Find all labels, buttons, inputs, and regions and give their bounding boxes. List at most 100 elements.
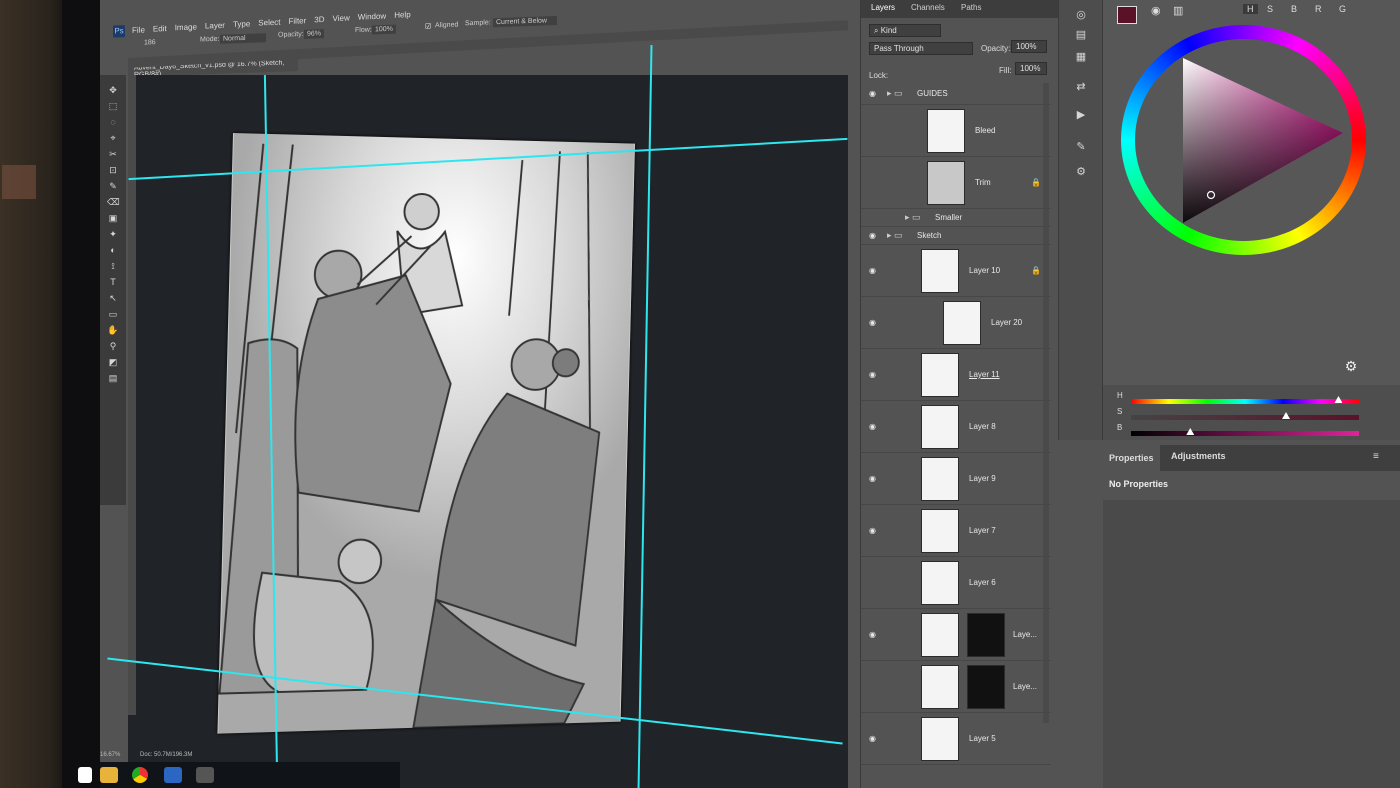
app-icon-2[interactable] xyxy=(196,767,214,783)
menu-item[interactable]: View xyxy=(333,13,350,23)
visibility-eye-icon[interactable] xyxy=(869,179,880,187)
flow-field[interactable]: 100% xyxy=(372,24,396,35)
folder-icon[interactable]: ▸ ▭ xyxy=(905,212,921,223)
artwork-canvas[interactable] xyxy=(217,133,636,734)
type-tool-icon[interactable]: T xyxy=(107,277,119,288)
layer-thumbnail[interactable] xyxy=(943,301,981,345)
visibility-eye-icon[interactable] xyxy=(869,214,880,222)
layer-thumbnail[interactable] xyxy=(921,249,959,293)
start-icon[interactable] xyxy=(78,767,92,783)
layer-row[interactable]: Laye... xyxy=(861,661,1051,713)
gradient-tool-icon[interactable]: ◐ xyxy=(107,245,119,256)
layer-thumbnail[interactable] xyxy=(927,161,965,205)
sample-select[interactable]: Current & Below xyxy=(493,16,557,28)
menu-item[interactable]: Type xyxy=(233,19,250,29)
stamp-tool-icon[interactable]: ▣ xyxy=(107,213,119,224)
layer-thumbnail[interactable] xyxy=(921,405,959,449)
visibility-eye-icon[interactable]: ◉ xyxy=(869,475,880,483)
zoom-readout[interactable]: 16.67% xyxy=(100,752,120,758)
layer-row[interactable]: ◉ ▸ ▭ GUIDES xyxy=(861,83,1051,105)
visibility-eye-icon[interactable]: ◉ xyxy=(869,423,880,431)
layer-fill-field[interactable]: 100% xyxy=(1015,62,1047,75)
saturation-slider[interactable] xyxy=(1131,412,1359,420)
marquee-tool-icon[interactable]: ⬚ xyxy=(107,101,119,112)
layer-thumbnail[interactable] xyxy=(927,109,965,153)
menu-item[interactable]: Filter xyxy=(289,16,307,26)
visibility-eye-icon[interactable]: ◉ xyxy=(869,90,880,98)
color-mode-g[interactable]: G xyxy=(1339,4,1346,14)
layer-row[interactable]: ◉ Layer 8 xyxy=(861,401,1051,453)
visibility-eye-icon[interactable] xyxy=(869,579,880,587)
layer-thumbnail[interactable] xyxy=(921,665,959,709)
menu-item[interactable]: File xyxy=(132,25,145,34)
menu-item[interactable]: Edit xyxy=(153,24,167,33)
layer-row[interactable]: ◉ Laye... xyxy=(861,609,1051,661)
filter-kind-select[interactable]: ⌕ Kind xyxy=(869,24,941,37)
zoom-tool-icon[interactable]: ⚲ xyxy=(107,341,119,352)
layer-row[interactable]: Bleed xyxy=(861,105,1051,157)
tab-paths[interactable]: Paths xyxy=(961,3,981,12)
layer-mask-thumbnail[interactable] xyxy=(967,613,1005,657)
color-mode-r[interactable]: R xyxy=(1315,4,1322,14)
layer-opacity-field[interactable]: 100% xyxy=(1011,40,1047,53)
tab-adjustments[interactable]: Adjustments xyxy=(1171,451,1226,461)
layer-row[interactable]: ◉ Layer 9 xyxy=(861,453,1051,505)
layer-thumbnail[interactable] xyxy=(921,717,959,761)
visibility-eye-icon[interactable] xyxy=(869,127,880,135)
layer-row[interactable]: ◉ Layer 5 xyxy=(861,713,1051,765)
history-brush-tool-icon[interactable]: ✦ xyxy=(107,229,119,240)
layer-thumbnail[interactable] xyxy=(921,561,959,605)
brush-size[interactable]: 186 xyxy=(144,39,156,46)
layer-row[interactable]: ▸ ▭ Smaller xyxy=(861,209,1051,227)
layer-row[interactable]: Layer 6 xyxy=(861,557,1051,609)
folder-icon[interactable]: ▸ ▭ xyxy=(887,230,903,241)
visibility-eye-icon[interactable] xyxy=(869,683,880,691)
layer-row[interactable]: ◉ Layer 20 xyxy=(861,297,1051,349)
visibility-eye-icon[interactable]: ◉ xyxy=(869,631,880,639)
move-tool-icon[interactable]: ✥ xyxy=(107,85,119,96)
color-triangle[interactable] xyxy=(1183,58,1343,223)
eyedropper-tool-icon[interactable]: ⊡ xyxy=(107,165,119,176)
menu-item[interactable]: Layer xyxy=(205,21,225,31)
color-bars-icon[interactable]: ▥ xyxy=(1173,4,1183,17)
saturation-slider-knob[interactable] xyxy=(1282,412,1291,419)
visibility-eye-icon[interactable]: ◉ xyxy=(869,527,880,535)
blend-mode-select[interactable]: Pass Through xyxy=(869,42,973,55)
notes-icon[interactable]: ▤ xyxy=(1073,28,1089,42)
layer-thumbnail[interactable] xyxy=(921,509,959,553)
tab-properties[interactable]: Properties xyxy=(1103,445,1160,471)
crop-tool-icon[interactable]: ✂ xyxy=(107,149,119,160)
doc-icon[interactable]: ▦ xyxy=(1073,50,1089,64)
visibility-eye-icon[interactable]: ◉ xyxy=(869,371,880,379)
brush-settings-icon[interactable]: ⚙ xyxy=(1073,165,1089,179)
menu-item[interactable]: Help xyxy=(394,10,410,20)
lasso-tool-icon[interactable]: ◌ xyxy=(107,117,119,128)
path-select-tool-icon[interactable]: ↖ xyxy=(107,293,119,304)
color-settings-icon[interactable]: ⚙ xyxy=(1343,358,1359,374)
mode-select[interactable]: Normal xyxy=(220,33,266,44)
aligned-checkbox[interactable]: ☑ xyxy=(425,22,431,30)
quickmask-tool-icon[interactable]: ◩ xyxy=(107,357,119,368)
menu-item[interactable]: Image xyxy=(175,22,197,32)
screen-mode-tool-icon[interactable]: ▤ xyxy=(107,373,119,384)
color-mode-h[interactable]: H xyxy=(1243,4,1258,14)
visibility-eye-icon[interactable]: ◉ xyxy=(869,232,880,240)
history-icon[interactable]: ◎ xyxy=(1073,8,1089,22)
panel-menu-icon[interactable]: ≡ xyxy=(1373,451,1379,462)
brightness-slider-knob[interactable] xyxy=(1186,428,1195,435)
chrome-icon[interactable] xyxy=(132,767,148,783)
visibility-eye-icon[interactable]: ◉ xyxy=(869,267,880,275)
brush-tool-icon[interactable]: ✎ xyxy=(107,181,119,192)
quick-select-tool-icon[interactable]: ⌖ xyxy=(107,133,119,144)
hand-tool-icon[interactable]: ✋ xyxy=(107,325,119,336)
menu-item[interactable]: Window xyxy=(358,12,386,22)
layer-thumbnail[interactable] xyxy=(921,353,959,397)
layer-row[interactable]: ◉ ▸ ▭ Sketch xyxy=(861,227,1051,245)
layer-row[interactable]: Trim 🔒 xyxy=(861,157,1051,209)
shape-tool-icon[interactable]: ▭ xyxy=(107,309,119,320)
actions-icon[interactable]: ⇄ xyxy=(1073,80,1089,94)
eraser-tool-icon[interactable]: ⌫ xyxy=(107,197,120,208)
tab-layers[interactable]: Layers xyxy=(871,3,895,12)
app-icon[interactable] xyxy=(164,767,182,783)
color-mode-icon[interactable]: ◉ xyxy=(1151,4,1161,17)
